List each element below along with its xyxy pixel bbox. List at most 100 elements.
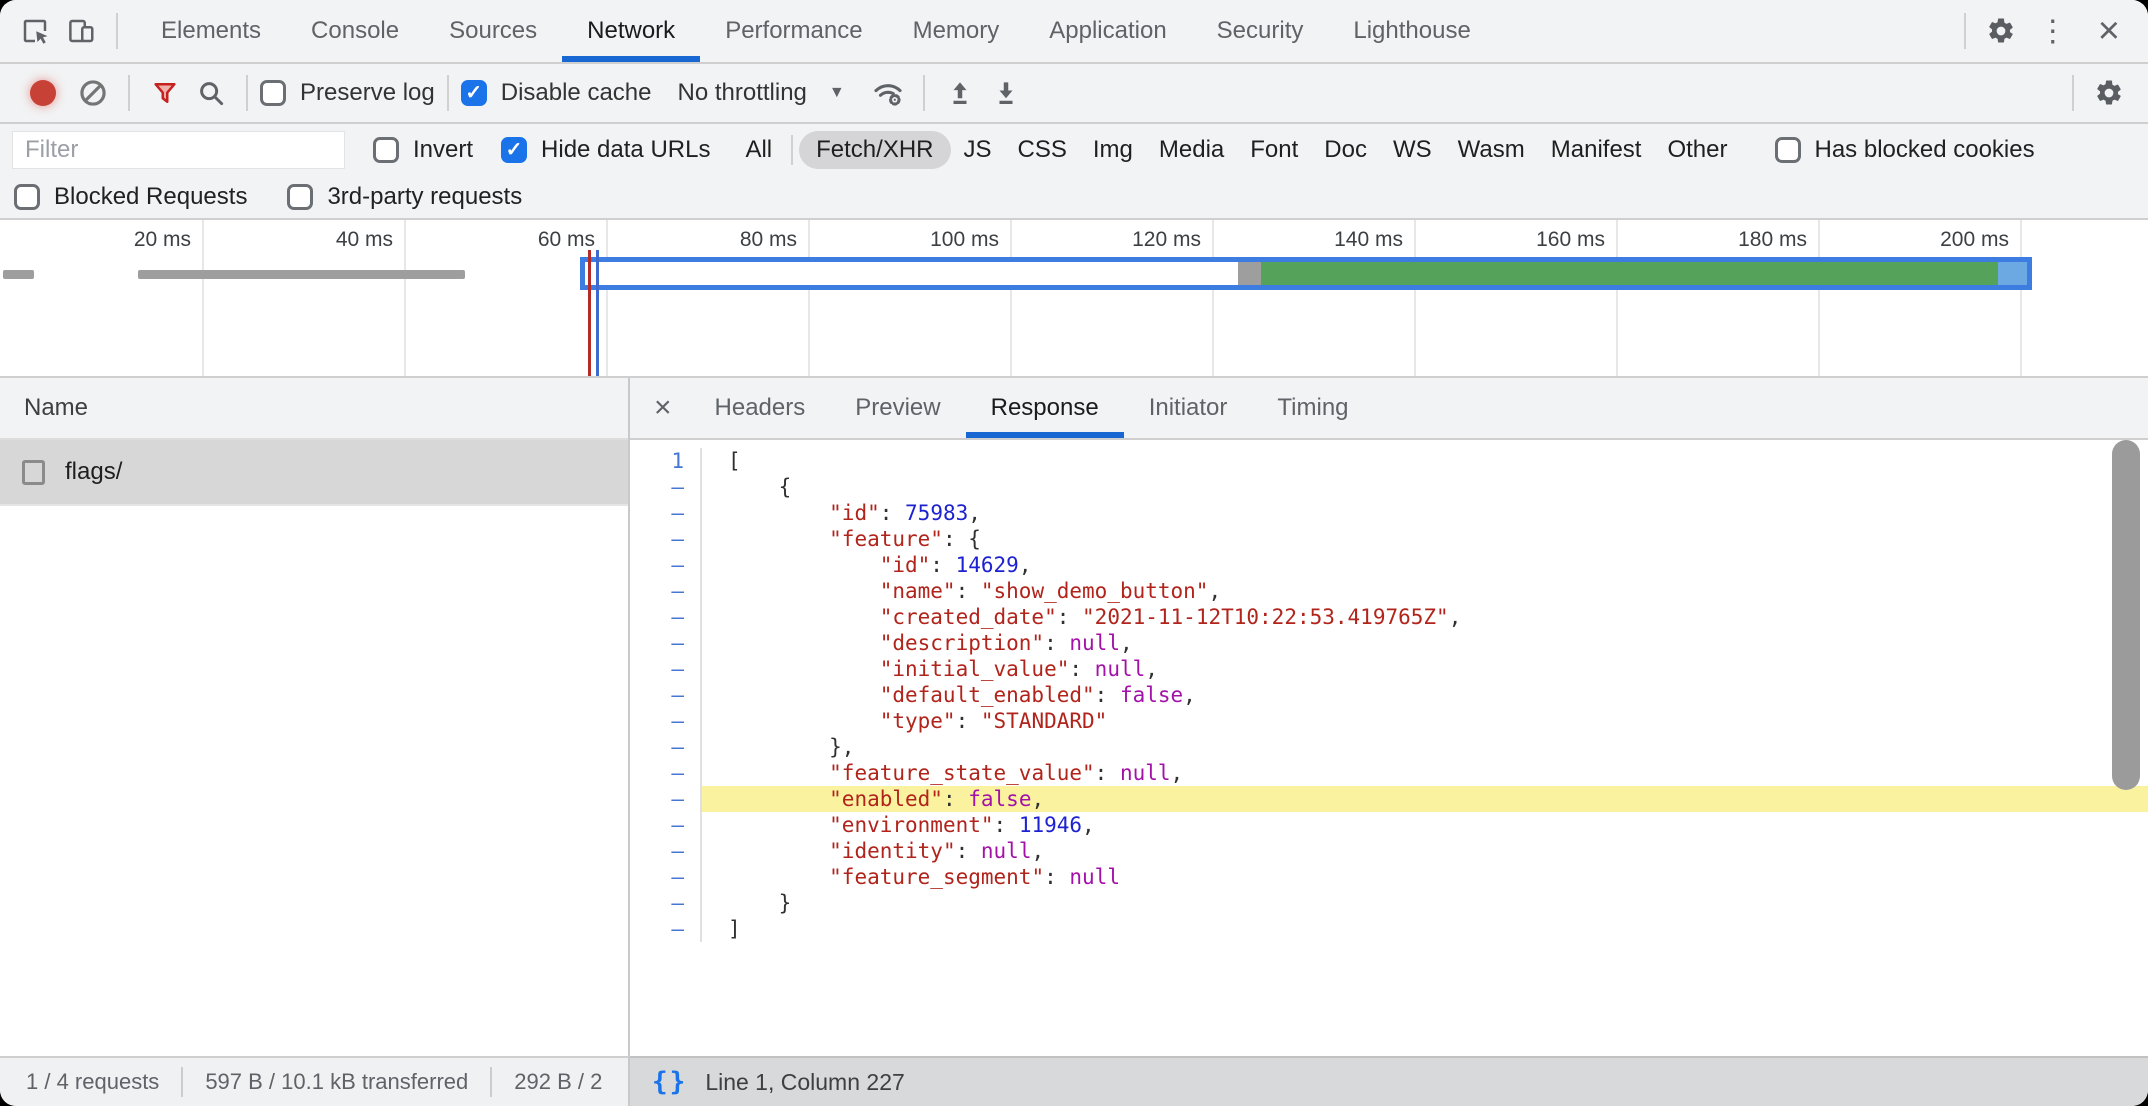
tab-network[interactable]: Network — [562, 0, 700, 62]
filter-type-css[interactable]: CSS — [1005, 131, 1080, 169]
details-tab-bar: × HeadersPreviewResponseInitiatorTiming — [630, 378, 2148, 440]
divider — [116, 13, 118, 49]
fold-marker[interactable]: – — [630, 786, 702, 812]
divider — [128, 75, 130, 111]
fold-marker[interactable]: – — [630, 864, 702, 890]
checkbox-unchecked[interactable] — [287, 184, 313, 210]
disable-cache-checkbox[interactable]: ✓ Disable cache — [461, 79, 652, 107]
network-overview-timeline[interactable]: 20 ms40 ms60 ms80 ms100 ms120 ms140 ms16… — [0, 220, 2148, 378]
more-options-kebab-icon[interactable]: ⋮ — [2024, 14, 2082, 49]
details-tab-timing[interactable]: Timing — [1252, 378, 1373, 438]
blocked-requests-checkbox[interactable]: Blocked Requests — [14, 183, 247, 211]
has-blocked-cookies-label: Has blocked cookies — [1815, 136, 2035, 164]
code-line: – "identity": null, — [630, 838, 2148, 864]
clear-network-log-icon[interactable] — [70, 70, 116, 116]
fold-marker[interactable]: – — [630, 838, 702, 864]
request-timing-segment — [585, 262, 1238, 285]
name-column-header[interactable]: Name — [0, 378, 628, 440]
fold-marker[interactable]: – — [630, 656, 702, 682]
network-conditions-icon[interactable] — [865, 70, 911, 116]
filter-type-fetch-xhr[interactable]: Fetch/XHR — [799, 131, 950, 169]
filter-type-manifest[interactable]: Manifest — [1538, 131, 1655, 169]
filter-type-doc[interactable]: Doc — [1311, 131, 1380, 169]
hide-data-urls-checkbox[interactable]: ✓ Hide data URLs — [501, 136, 710, 164]
inspect-element-icon[interactable] — [12, 8, 58, 54]
settings-gear-icon[interactable] — [1978, 8, 2024, 54]
checkbox-unchecked[interactable] — [260, 80, 286, 106]
checkbox-unchecked[interactable] — [1775, 137, 1801, 163]
details-tab-response[interactable]: Response — [966, 378, 1124, 438]
details-tab-headers[interactable]: Headers — [690, 378, 831, 438]
checkbox-checked[interactable]: ✓ — [461, 80, 487, 106]
requests-table: Name flags/ — [0, 378, 630, 1056]
tab-sources[interactable]: Sources — [424, 0, 562, 62]
fold-marker[interactable]: – — [630, 500, 702, 526]
details-tab-preview[interactable]: Preview — [830, 378, 965, 438]
tab-security[interactable]: Security — [1192, 0, 1329, 62]
tab-performance[interactable]: Performance — [700, 0, 887, 62]
has-blocked-cookies-checkbox[interactable]: Has blocked cookies — [1775, 136, 2035, 164]
fold-marker[interactable]: – — [630, 760, 702, 786]
tab-application[interactable]: Application — [1024, 0, 1191, 62]
code-text: "identity": null, — [702, 838, 2148, 864]
cursor-position-label: Line 1, Column 227 — [705, 1069, 904, 1096]
record-network-log-button[interactable] — [30, 80, 56, 106]
invert-label: Invert — [413, 136, 473, 164]
fold-marker[interactable]: – — [630, 812, 702, 838]
search-icon[interactable] — [188, 70, 234, 116]
export-har-icon[interactable] — [983, 70, 1029, 116]
fold-marker[interactable]: – — [630, 890, 702, 916]
tab-lighthouse[interactable]: Lighthouse — [1328, 0, 1495, 62]
fold-marker[interactable]: – — [630, 604, 702, 630]
filter-type-wasm[interactable]: Wasm — [1445, 131, 1538, 169]
filter-type-js[interactable]: JS — [951, 131, 1005, 169]
filter-type-media[interactable]: Media — [1146, 131, 1237, 169]
fold-marker[interactable]: – — [630, 916, 702, 942]
checkbox-unchecked[interactable] — [14, 184, 40, 210]
blocked-requests-label: Blocked Requests — [54, 183, 247, 211]
throttling-select[interactable]: No throttling ▼ — [677, 79, 844, 107]
tab-console[interactable]: Console — [286, 0, 424, 62]
close-devtools-icon[interactable]: × — [2082, 12, 2136, 50]
import-har-icon[interactable] — [937, 70, 983, 116]
fold-marker[interactable]: – — [630, 552, 702, 578]
invert-checkbox[interactable]: Invert — [373, 136, 473, 164]
preserve-log-label: Preserve log — [300, 79, 435, 107]
fold-marker[interactable]: – — [630, 708, 702, 734]
details-tab-initiator[interactable]: Initiator — [1124, 378, 1253, 438]
chevron-down-icon: ▼ — [829, 84, 845, 102]
filter-type-font[interactable]: Font — [1237, 131, 1311, 169]
timeline-tick-label: 120 ms — [1001, 228, 1201, 252]
fold-marker[interactable]: – — [630, 474, 702, 500]
code-line: – "initial_value": null, — [630, 656, 2148, 682]
filter-type-img[interactable]: Img — [1080, 131, 1146, 169]
fold-marker[interactable]: – — [630, 578, 702, 604]
code-text: ] — [702, 916, 2148, 942]
selected-request-bar[interactable] — [580, 257, 2032, 290]
network-settings-gear-icon[interactable] — [2086, 70, 2132, 116]
line-number[interactable]: 1 — [630, 448, 702, 474]
filter-type-ws[interactable]: WS — [1380, 131, 1445, 169]
close-details-icon[interactable]: × — [636, 393, 690, 423]
code-text: "name": "show_demo_button", — [702, 578, 2148, 604]
filter-type-other[interactable]: Other — [1654, 131, 1740, 169]
request-file-icon — [22, 460, 45, 485]
checkbox-checked[interactable]: ✓ — [501, 137, 527, 163]
filter-type-all[interactable]: All — [732, 131, 785, 169]
fold-marker[interactable]: – — [630, 630, 702, 656]
preserve-log-checkbox[interactable]: Preserve log — [260, 79, 435, 107]
pretty-print-icon[interactable]: {} — [652, 1067, 687, 1097]
checkbox-unchecked[interactable] — [373, 137, 399, 163]
tab-memory[interactable]: Memory — [888, 0, 1025, 62]
fold-marker[interactable]: – — [630, 682, 702, 708]
fold-marker[interactable]: – — [630, 734, 702, 760]
table-row-request[interactable]: flags/ — [0, 440, 628, 506]
filter-input[interactable] — [12, 131, 345, 169]
device-toolbar-icon[interactable] — [58, 8, 104, 54]
fold-marker[interactable]: – — [630, 526, 702, 552]
third-party-requests-checkbox[interactable]: 3rd-party requests — [287, 183, 522, 211]
filter-funnel-icon[interactable] — [142, 70, 188, 116]
tab-elements[interactable]: Elements — [136, 0, 286, 62]
scrollbar-thumb[interactable] — [2112, 440, 2140, 790]
code-text: "created_date": "2021-11-12T10:22:53.419… — [702, 604, 2148, 630]
